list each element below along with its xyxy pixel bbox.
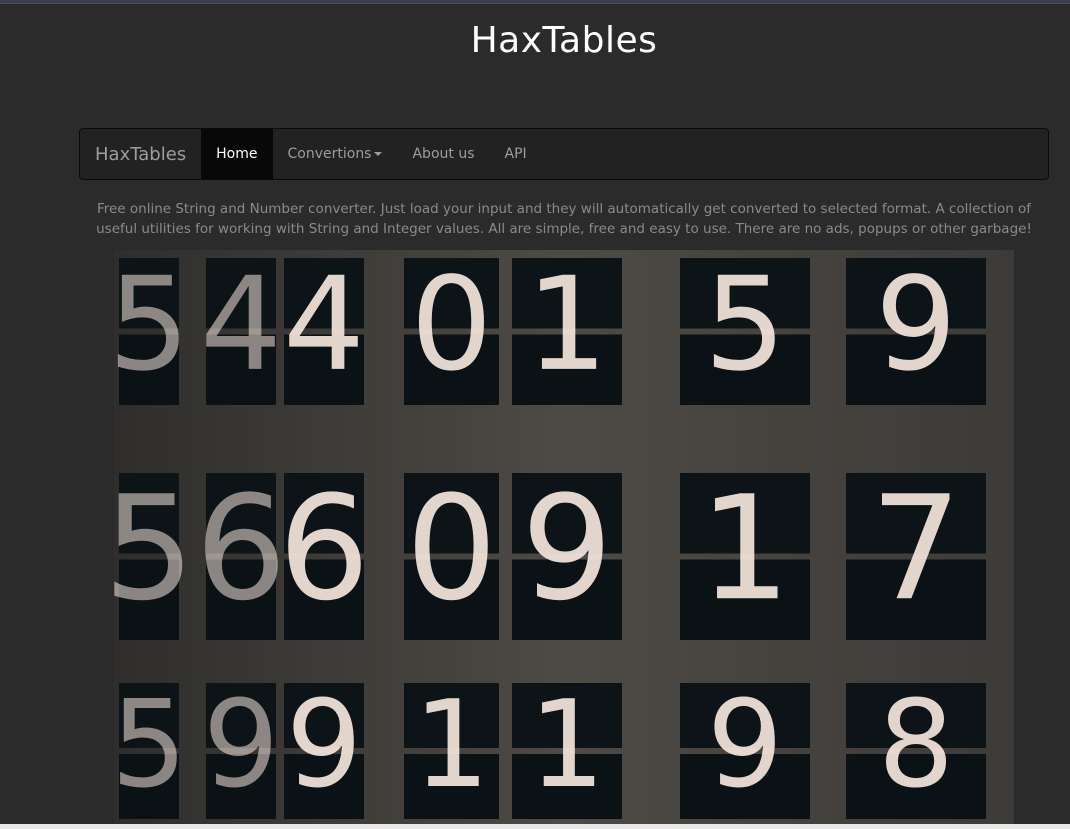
caret-down-icon bbox=[374, 152, 383, 156]
board-cell: 5 bbox=[114, 464, 195, 640]
board-digit: 5 bbox=[114, 464, 195, 632]
board-digit: 9 bbox=[286, 676, 362, 815]
board-digit: 9 bbox=[521, 464, 613, 632]
navbar-brand[interactable]: HaxTables bbox=[80, 129, 201, 179]
board-cell: 5 bbox=[114, 676, 187, 819]
board-cell: 8 bbox=[846, 676, 986, 819]
board-digit: 9 bbox=[707, 676, 783, 815]
nav-api-label: API bbox=[504, 146, 527, 162]
board-digit: 6 bbox=[278, 464, 370, 632]
board-cell: 4 bbox=[200, 250, 282, 405]
board-cell: 1 bbox=[404, 676, 499, 819]
nav-convertions-label: Convertions bbox=[287, 146, 372, 162]
board-digit: 1 bbox=[529, 676, 605, 815]
board-cell: 9 bbox=[284, 676, 364, 819]
board-cell: 9 bbox=[512, 464, 622, 640]
nav-home[interactable]: Home bbox=[201, 129, 273, 179]
board-cell: 9 bbox=[846, 250, 986, 405]
intro-text: Free online String and Number converter.… bbox=[96, 201, 1032, 237]
board-cell: 5 bbox=[114, 250, 190, 405]
board-cell: 7 bbox=[846, 464, 986, 640]
nav-home-label: Home bbox=[216, 146, 258, 162]
board-digit: 9 bbox=[203, 676, 279, 815]
board-cell: 9 bbox=[203, 676, 279, 819]
board-cell: 0 bbox=[404, 250, 499, 405]
hero-number-board: 5 4 4 0 1 5 95 66 0 9 1 75 9 9 1 1 9 8 bbox=[114, 250, 1014, 829]
board-digit: 0 bbox=[410, 250, 492, 400]
board-cell: 1 bbox=[512, 676, 622, 819]
board-digit: 1 bbox=[526, 250, 608, 400]
board-cell: 1 bbox=[680, 464, 810, 640]
nav-about-us[interactable]: About us bbox=[397, 129, 489, 179]
browser-bottom-strip bbox=[0, 824, 1070, 829]
board-digit: 5 bbox=[114, 676, 187, 815]
board-digit: 5 bbox=[704, 250, 786, 400]
board-digit: 9 bbox=[875, 250, 957, 400]
board-cell: 0 bbox=[404, 464, 499, 640]
site-title: HaxTables bbox=[470, 20, 658, 61]
board-cell: 5 bbox=[680, 250, 810, 405]
hero-image: 544015956609175991198 bbox=[114, 250, 1014, 829]
board-digit: 4 bbox=[200, 250, 282, 400]
browser-top-strip bbox=[0, 0, 1070, 4]
nav-convertions-dropdown[interactable]: Convertions bbox=[273, 129, 398, 179]
navbar: HaxTables Home Convertions About us API bbox=[79, 128, 1049, 180]
board-cell: 6 bbox=[278, 464, 370, 640]
board-digit: 8 bbox=[878, 676, 954, 815]
board-digit: 1 bbox=[413, 676, 489, 815]
nav-api[interactable]: API bbox=[490, 129, 542, 179]
board-cell: 9 bbox=[680, 676, 810, 819]
board-digit: 5 bbox=[114, 250, 190, 400]
board-digit: 4 bbox=[283, 250, 365, 400]
board-digit: 6 bbox=[195, 464, 287, 632]
nav-about-label: About us bbox=[412, 146, 475, 162]
board-digit: 1 bbox=[699, 464, 791, 632]
board-digit: 7 bbox=[870, 464, 962, 632]
board-cell: 6 bbox=[195, 464, 287, 640]
board-cell: 4 bbox=[283, 250, 365, 405]
board-cell: 1 bbox=[512, 250, 622, 405]
board-digit: 0 bbox=[406, 464, 498, 632]
